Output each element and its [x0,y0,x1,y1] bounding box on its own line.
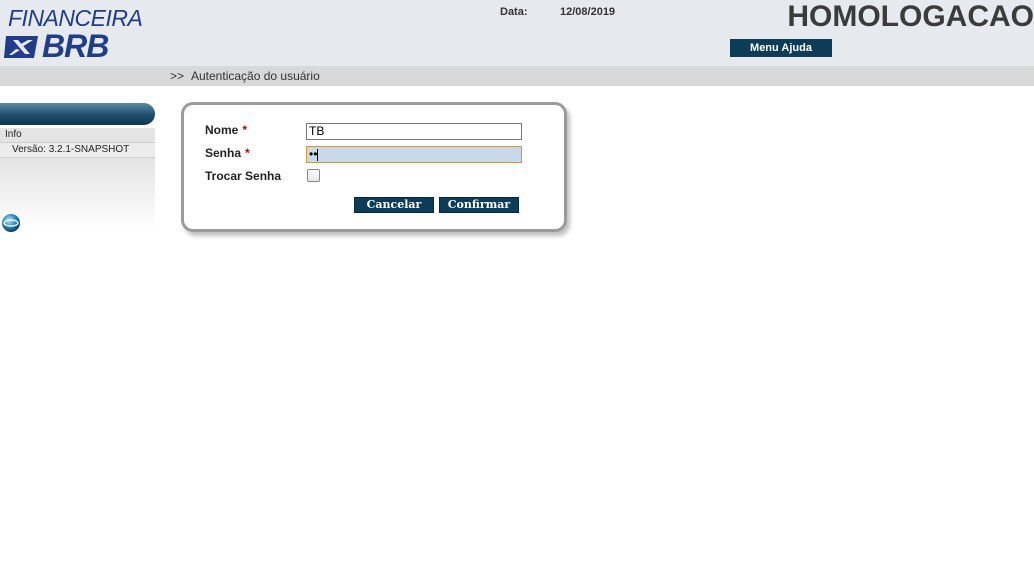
logo-text-brb: BRB [42,28,109,64]
globe-icon[interactable] [1,213,21,233]
username-label: Nome * [205,123,247,137]
date-value: 12/08/2019 [560,6,616,18]
sidebar-info-item[interactable]: Info [0,128,155,143]
breadcrumb-prefix: >> [170,69,185,83]
password-masked-value: •• [309,147,318,161]
username-label-text: Nome [205,123,239,137]
date-label: Data: [500,6,528,18]
sidebar-version-label: Versão: 3.2.1-SNAPSHOT [12,144,130,155]
breadcrumb: >> Autenticação do usuário [0,66,1034,86]
breadcrumb-current: Autenticação do usuário [191,69,320,83]
sidebar: Info Versão: 3.2.1-SNAPSHOT [0,103,155,233]
sidebar-version-item: Versão: 3.2.1-SNAPSHOT [0,143,155,158]
required-marker: * [245,146,250,160]
username-input[interactable]: TB [306,123,522,140]
text-caret [317,148,319,161]
brb-logo-mark-icon [4,36,38,58]
sidebar-header-bar [0,103,155,125]
username-value: TB [309,124,325,138]
required-marker: * [242,123,248,137]
cancel-button[interactable]: Cancelar [354,197,434,213]
password-label-text: Senha [205,146,242,160]
brb-logo: FINANCEIRA BRB [4,3,144,64]
change-password-label: Trocar Senha [205,169,282,183]
password-input[interactable]: •• [306,146,522,163]
sidebar-info-label: Info [5,129,22,140]
password-label: Senha * [205,146,250,160]
help-menu-button[interactable]: Menu Ajuda [730,39,832,57]
environment-title: HOMOLOGACAO [787,0,1034,33]
login-dialog: Nome * TB Senha * •• Trocar Senha Cancelar… [181,102,567,232]
change-password-checkbox[interactable] [307,169,320,182]
confirm-button[interactable]: Confirmar [439,197,519,213]
app-header: FINANCEIRA BRB Data: 12/08/2019 HOMOLOGA… [0,0,1034,66]
